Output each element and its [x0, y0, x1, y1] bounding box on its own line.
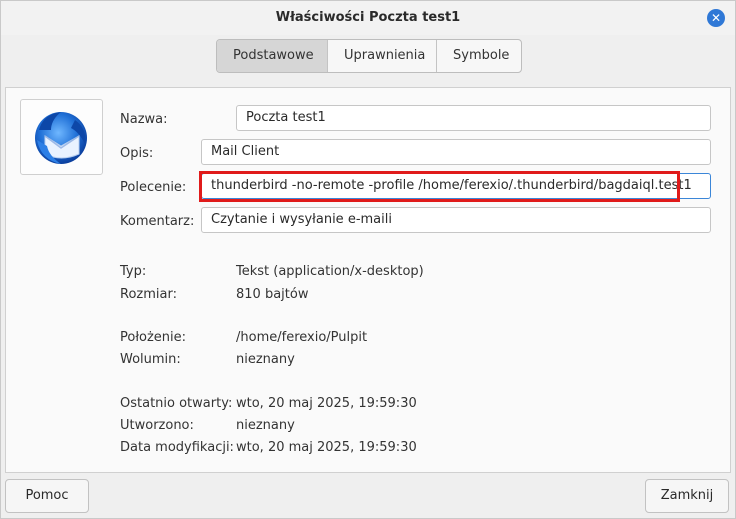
created-label: Utworzono: — [120, 418, 194, 433]
modified-value: wto, 20 maj 2025, 19:59:30 — [236, 440, 417, 455]
tab-podstawowe[interactable]: Podstawowe — [217, 40, 328, 72]
comment-field[interactable]: Czytanie i wysyłanie e-maili — [201, 207, 711, 233]
name-label: Nazwa: — [120, 112, 168, 127]
description-field[interactable]: Mail Client — [201, 139, 711, 165]
location-label: Położenie: — [120, 330, 187, 345]
type-label: Typ: — [120, 264, 147, 279]
help-button[interactable]: Pomoc — [5, 479, 89, 513]
volume-value: nieznany — [236, 352, 295, 367]
created-value: nieznany — [236, 418, 295, 433]
comment-label: Komentarz: — [120, 214, 195, 229]
location-value: /home/ferexio/Pulpit — [236, 330, 368, 345]
properties-dialog: Właściwości Poczta test1 ✕ Podstawowe Up… — [0, 0, 736, 519]
window-title: Właściwości Poczta test1 — [275, 10, 461, 25]
accessed-label: Ostatnio otwarty: — [120, 396, 233, 411]
modified-label: Data modyfikacji: — [120, 440, 234, 455]
command-label: Polecenie: — [120, 180, 187, 195]
thunderbird-icon — [35, 112, 87, 164]
size-label: Rozmiar: — [120, 287, 177, 302]
accessed-value: wto, 20 maj 2025, 19:59:30 — [236, 396, 417, 411]
title-bar: Właściwości Poczta test1 ✕ — [1, 1, 735, 35]
basic-properties-panel: Nazwa: Poczta test1 Opis: Mail Client Po… — [5, 87, 731, 473]
tab-symbole[interactable]: Symbole — [437, 40, 521, 72]
name-field[interactable]: Poczta test1 — [236, 105, 711, 131]
tab-bar: Podstawowe Uprawnienia Symbole — [216, 39, 522, 73]
volume-label: Wolumin: — [120, 352, 181, 367]
type-value: Tekst (application/x-desktop) — [236, 264, 424, 279]
description-label: Opis: — [120, 146, 154, 161]
close-icon[interactable]: ✕ — [707, 9, 725, 27]
close-button[interactable]: Zamknij — [645, 479, 729, 513]
highlight-box — [199, 171, 680, 202]
size-value: 810 bajtów — [236, 287, 309, 302]
app-icon-button[interactable] — [20, 99, 103, 175]
tab-uprawnienia[interactable]: Uprawnienia — [328, 40, 437, 72]
